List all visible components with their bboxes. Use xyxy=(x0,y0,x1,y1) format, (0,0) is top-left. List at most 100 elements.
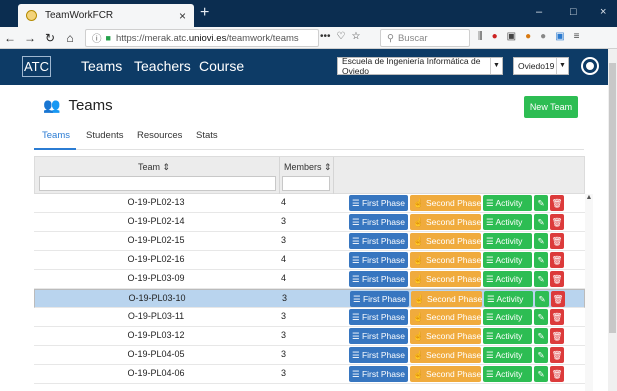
activity-button[interactable]: ☰ Activity xyxy=(483,328,532,344)
second-phase-button[interactable]: ☝ Second Phase xyxy=(410,214,481,230)
first-phase-button[interactable]: ☰ First Phase xyxy=(349,252,408,268)
delete-icon[interactable]: 🗑 xyxy=(550,271,564,287)
table-scrollbar[interactable]: ▲ xyxy=(585,194,593,391)
library-icon[interactable]: ⫼ xyxy=(478,31,483,42)
first-phase-button[interactable]: ☰ First Phase xyxy=(349,366,408,382)
url-bar[interactable]: ⓘ ■ https://merak.atc. uniovi.es/teamwork… xyxy=(85,29,319,47)
delete-icon[interactable]: 🗑 xyxy=(550,309,564,325)
home-icon[interactable]: ⌂ xyxy=(60,31,80,45)
delete-icon[interactable]: 🗑 xyxy=(550,233,564,249)
second-phase-button[interactable]: ☝ Second Phase xyxy=(410,347,481,363)
tab-students[interactable]: Students xyxy=(86,130,124,141)
table-row[interactable]: O-19-PL03-11 3 ☰ First Phase ☝ Second Ph… xyxy=(34,308,585,327)
second-phase-button[interactable]: ☝ Second Phase xyxy=(410,271,481,287)
tab-stats[interactable]: Stats xyxy=(196,130,218,141)
edit-icon[interactable]: ✎ xyxy=(534,233,548,249)
tab-resources[interactable]: Resources xyxy=(137,130,182,141)
first-phase-button[interactable]: ☰ First Phase xyxy=(349,347,408,363)
second-phase-button[interactable]: ☝ Second Phase xyxy=(410,252,481,268)
new-tab-button[interactable]: + xyxy=(200,4,209,22)
second-phase-button[interactable]: ☝ Second Phase xyxy=(410,195,481,211)
delete-icon[interactable]: 🗑 xyxy=(551,291,565,307)
activity-button[interactable]: ☰ Activity xyxy=(483,347,532,363)
ublock-icon[interactable]: ● xyxy=(492,31,498,42)
forward-icon[interactable]: → xyxy=(20,31,40,45)
edit-icon[interactable]: ✎ xyxy=(534,309,548,325)
course-select[interactable]: Oviedo19 ▼ xyxy=(513,57,569,75)
activity-button[interactable]: ☰ Activity xyxy=(483,252,532,268)
delete-icon[interactable]: 🗑 xyxy=(550,366,564,382)
pocket-icon[interactable]: ♡ xyxy=(337,31,346,42)
extension-2-icon[interactable]: ● xyxy=(540,31,546,42)
info-icon[interactable]: ⓘ xyxy=(92,31,102,45)
maximize-button[interactable]: □ xyxy=(570,6,577,18)
nav-course[interactable]: Course xyxy=(199,58,244,74)
tab-teams[interactable]: Teams xyxy=(42,130,70,141)
delete-icon[interactable]: 🗑 xyxy=(550,214,564,230)
extension-icon[interactable]: ● xyxy=(525,31,531,42)
screenshot-icon[interactable]: ▣ xyxy=(555,31,564,42)
nav-teachers[interactable]: Teachers xyxy=(134,58,191,74)
tab-close-icon[interactable]: × xyxy=(179,9,186,23)
table-row-selected[interactable]: O-19-PL03-10 3 ☰ First Phase ☝ Second Ph… xyxy=(34,289,585,308)
back-icon[interactable]: ← xyxy=(0,31,20,45)
first-phase-button[interactable]: ☰ First Phase xyxy=(349,309,408,325)
table-row[interactable]: O-19-PL02-15 3 ☰ First Phase ☝ Second Ph… xyxy=(34,232,585,251)
new-team-button[interactable]: New Team xyxy=(524,96,578,118)
table-row[interactable]: O-19-PL04-06 3 ☰ First Phase ☝ Second Ph… xyxy=(34,365,585,384)
edit-icon[interactable]: ✎ xyxy=(534,366,548,382)
nav-teams[interactable]: Teams xyxy=(81,58,122,74)
edit-icon[interactable]: ✎ xyxy=(534,195,548,211)
activity-button[interactable]: ☰ Activity xyxy=(483,195,532,211)
delete-icon[interactable]: 🗑 xyxy=(550,347,564,363)
members-column-header[interactable]: Members ⇕ xyxy=(284,162,332,173)
activity-button[interactable]: ☰ Activity xyxy=(483,233,532,249)
table-row[interactable]: O-19-PL04-05 3 ☰ First Phase ☝ Second Ph… xyxy=(34,346,585,365)
edit-icon[interactable]: ✎ xyxy=(534,328,548,344)
table-row[interactable]: O-19-PL02-13 4 ☰ First Phase ☝ Second Ph… xyxy=(34,194,585,213)
minimize-button[interactable]: – xyxy=(536,6,542,18)
school-select[interactable]: Escuela de Ingeniería Informática de Ovi… xyxy=(337,56,503,76)
second-phase-button[interactable]: ☝ Second Phase xyxy=(410,309,481,325)
page-actions-icon[interactable]: ••• xyxy=(320,31,331,42)
page-scrollbar[interactable] xyxy=(608,49,617,391)
first-phase-button[interactable]: ☰ First Phase xyxy=(349,328,408,344)
members-filter-input[interactable] xyxy=(282,176,330,191)
second-phase-button[interactable]: ☝ Second Phase xyxy=(410,328,481,344)
edit-icon[interactable]: ✎ xyxy=(534,271,548,287)
second-phase-button[interactable]: ☝ Second Phase xyxy=(410,366,481,382)
user-icon[interactable] xyxy=(583,59,597,73)
second-phase-button[interactable]: ☝ Second Phase xyxy=(410,233,481,249)
table-row[interactable]: O-19-PL03-12 3 ☰ First Phase ☝ Second Ph… xyxy=(34,327,585,346)
first-phase-button[interactable]: ☰ First Phase xyxy=(349,233,408,249)
first-phase-button[interactable]: ☰ First Phase xyxy=(349,195,408,211)
atc-logo[interactable]: ATC xyxy=(22,56,51,77)
first-phase-button[interactable]: ☰ First Phase xyxy=(349,214,408,230)
activity-button[interactable]: ☰ Activity xyxy=(483,214,532,230)
team-column-header[interactable]: Team ⇕ xyxy=(138,162,170,173)
page-scrollbar-thumb[interactable] xyxy=(609,63,616,333)
table-row[interactable]: O-19-PL02-14 3 ☰ First Phase ☝ Second Ph… xyxy=(34,213,585,232)
activity-button[interactable]: ☰ Activity xyxy=(483,271,532,287)
browser-tab[interactable]: TeamWorkFCR × xyxy=(18,4,194,27)
delete-icon[interactable]: 🗑 xyxy=(550,328,564,344)
menu-icon[interactable]: ≡ xyxy=(574,31,580,42)
search-input[interactable]: ⚲ Buscar xyxy=(380,29,470,47)
sidebar-icon[interactable]: ▣ xyxy=(507,31,516,42)
delete-icon[interactable]: 🗑 xyxy=(550,195,564,211)
edit-icon[interactable]: ✎ xyxy=(535,291,549,307)
table-row[interactable]: O-19-PL03-09 4 ☰ First Phase ☝ Second Ph… xyxy=(34,270,585,289)
second-phase-button[interactable]: ☝ Second Phase xyxy=(411,291,482,307)
reload-icon[interactable]: ↻ xyxy=(40,31,60,45)
edit-icon[interactable]: ✎ xyxy=(534,347,548,363)
first-phase-button[interactable]: ☰ First Phase xyxy=(350,291,409,307)
activity-button[interactable]: ☰ Activity xyxy=(484,291,533,307)
scroll-up-icon[interactable]: ▲ xyxy=(585,194,593,201)
activity-button[interactable]: ☰ Activity xyxy=(483,366,532,382)
table-row[interactable]: O-19-PL02-16 4 ☰ First Phase ☝ Second Ph… xyxy=(34,251,585,270)
first-phase-button[interactable]: ☰ First Phase xyxy=(349,271,408,287)
team-filter-input[interactable] xyxy=(39,176,276,191)
bookmark-star-icon[interactable]: ☆ xyxy=(351,31,360,42)
close-window-button[interactable]: × xyxy=(600,6,606,18)
delete-icon[interactable]: 🗑 xyxy=(550,252,564,268)
